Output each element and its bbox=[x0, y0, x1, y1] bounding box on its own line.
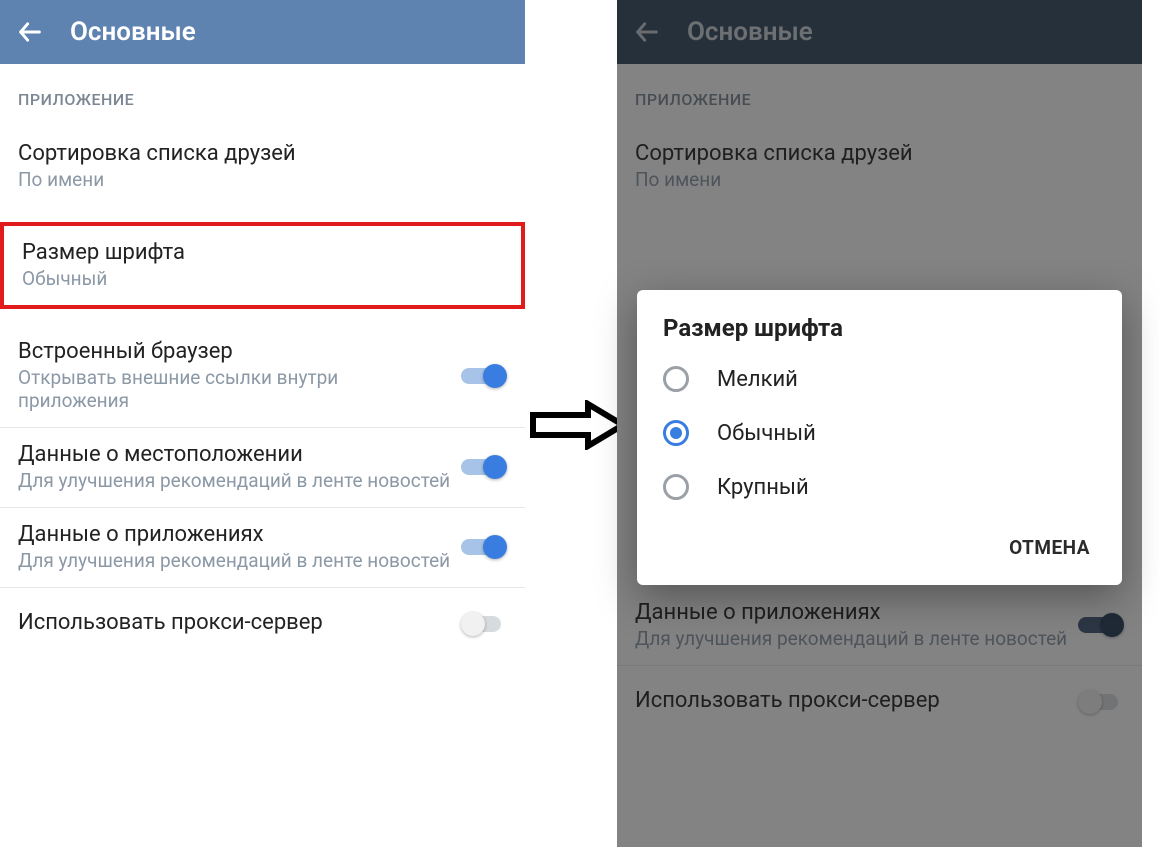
row-title: Данные о приложениях bbox=[18, 522, 451, 547]
row-title: Данные о местоположении bbox=[18, 442, 451, 467]
section-label-app: ПРИЛОЖЕНИЕ bbox=[0, 64, 525, 127]
radio-icon bbox=[663, 420, 689, 446]
row-title: Использовать прокси-сервер bbox=[18, 610, 451, 635]
settings-screen-right: Основные ПРИЛОЖЕНИЕ Сортировка списка др… bbox=[617, 0, 1142, 847]
row-sub: Для улучшения рекомендаций в ленте новос… bbox=[18, 469, 451, 493]
switch-app-data[interactable] bbox=[461, 535, 507, 559]
row-friends-sort[interactable]: Сортировка списка друзей По имени bbox=[0, 127, 525, 206]
row-proxy[interactable]: Использовать прокси-сервер bbox=[0, 588, 525, 660]
row-app-data[interactable]: Данные о приложениях Для улучшения реком… bbox=[0, 508, 525, 587]
row-title: Встроенный браузер bbox=[18, 339, 451, 364]
switch-internal-browser[interactable] bbox=[461, 364, 507, 388]
radio-icon bbox=[663, 474, 689, 500]
row-title: Сортировка списка друзей bbox=[18, 141, 497, 166]
row-internal-browser[interactable]: Встроенный браузер Открывать внешние ссы… bbox=[0, 325, 525, 428]
cancel-button[interactable]: ОТМЕНА bbox=[997, 528, 1102, 567]
dialog-title: Размер шрифта bbox=[637, 290, 1122, 352]
row-sub: Открывать внешние ссылки внутри приложен… bbox=[18, 366, 451, 414]
dialog-option-label: Обычный bbox=[717, 421, 816, 446]
row-sub: Для улучшения рекомендаций в ленте новос… bbox=[18, 549, 451, 573]
dialog-option-large[interactable]: Крупный bbox=[637, 460, 1122, 514]
row-location-data[interactable]: Данные о местоположении Для улучшения ре… bbox=[0, 428, 525, 507]
dialog-option-small[interactable]: Мелкий bbox=[637, 352, 1122, 406]
appbar: Основные bbox=[0, 0, 525, 64]
dialog-option-label: Мелкий bbox=[717, 367, 798, 392]
dialog-font-size: Размер шрифта Мелкий Обычный Крупный ОТМ… bbox=[637, 290, 1122, 585]
row-sub: Обычный bbox=[22, 267, 493, 291]
arrow-icon bbox=[528, 400, 628, 450]
row-sub: По имени bbox=[18, 168, 497, 192]
row-font-size[interactable]: Размер шрифта Обычный bbox=[0, 222, 525, 309]
back-icon[interactable] bbox=[16, 18, 44, 46]
switch-proxy[interactable] bbox=[461, 612, 507, 636]
row-title: Размер шрифта bbox=[22, 240, 493, 265]
dialog-option-normal[interactable]: Обычный bbox=[637, 406, 1122, 460]
settings-screen-left: Основные ПРИЛОЖЕНИЕ Сортировка списка др… bbox=[0, 0, 525, 847]
switch-location-data[interactable] bbox=[461, 455, 507, 479]
appbar-title: Основные bbox=[70, 17, 196, 47]
dialog-option-label: Крупный bbox=[717, 475, 809, 500]
radio-icon bbox=[663, 366, 689, 392]
